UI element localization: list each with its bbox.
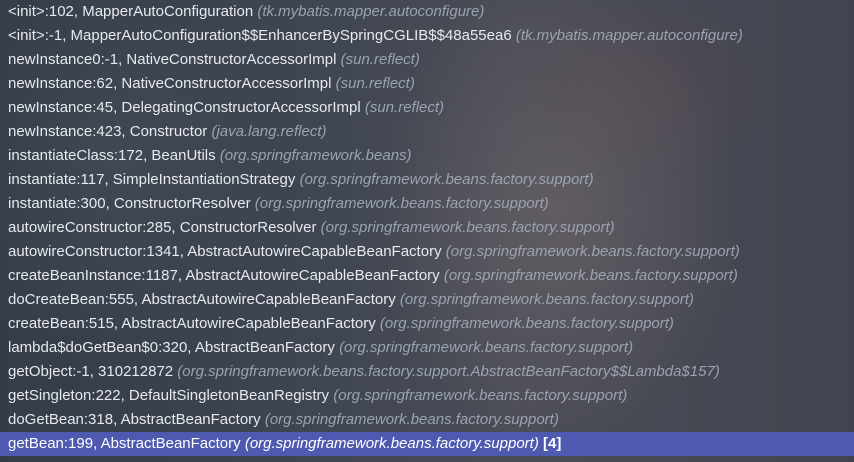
- frame-method: createBeanInstance:1187, AbstractAutowir…: [8, 267, 440, 284]
- frame-method: instantiateClass:172, BeanUtils: [8, 147, 216, 164]
- frame-package: (org.springframework.beans.factory.suppo…: [333, 387, 628, 404]
- stack-frame-row[interactable]: newInstance0:-1, NativeConstructorAccess…: [0, 48, 854, 72]
- frame-method: getSingleton:222, DefaultSingletonBeanRe…: [8, 387, 330, 404]
- frame-method: instantiate:117, SimpleInstantiationStra…: [8, 171, 296, 188]
- stack-frame-row[interactable]: <init>:102, MapperAutoConfiguration (tk.…: [0, 0, 854, 24]
- stack-frame-row[interactable]: instantiate:117, SimpleInstantiationStra…: [0, 168, 854, 192]
- stack-frame-row[interactable]: doCreateBean:555, AbstractAutowireCapabl…: [0, 288, 854, 312]
- frame-package: (sun.reflect): [340, 51, 420, 68]
- frame-method: autowireConstructor:285, ConstructorReso…: [8, 219, 317, 236]
- frame-package: (sun.reflect): [364, 99, 445, 116]
- frame-package: (org.springframework.beans.factory.suppo…: [399, 291, 694, 308]
- frame-method: getObject:-1, 310212872: [8, 363, 174, 380]
- frame-package: (org.springframework.beans.factory.suppo…: [320, 219, 615, 236]
- frame-package: (org.springframework.beans.factory.suppo…: [264, 411, 559, 428]
- frame-package: (org.springframework.beans.factory.suppo…: [379, 315, 674, 332]
- frame-count-badge: [4]: [543, 435, 562, 452]
- frame-package: (tk.mybatis.mapper.autoconfigure): [257, 3, 485, 20]
- stack-frame-row[interactable]: lambda$doGetBean$0:320, AbstractBeanFact…: [0, 336, 854, 360]
- frame-package: (org.springframework.beans.factory.suppo…: [299, 171, 594, 188]
- frame-method: newInstance0:-1, NativeConstructorAccess…: [8, 51, 337, 68]
- frame-method: newInstance:423, Constructor: [8, 123, 208, 140]
- stack-frame-row[interactable]: autowireConstructor:285, ConstructorReso…: [0, 216, 854, 240]
- frame-package: (org.springframework.beans.factory.suppo…: [177, 363, 720, 380]
- call-stack-frames-list: <init>:102, MapperAutoConfiguration (tk.…: [0, 0, 854, 462]
- stack-frame-row[interactable]: getObject:-1, 310212872 (org.springframe…: [0, 360, 854, 384]
- stack-frame-row-selected[interactable]: getBean:199, AbstractBeanFactory (org.sp…: [0, 432, 854, 456]
- frame-package: (tk.mybatis.mapper.autoconfigure): [515, 27, 743, 44]
- stack-frame-row[interactable]: newInstance:45, DelegatingConstructorAcc…: [0, 96, 854, 120]
- frame-package: (org.springframework.beans): [219, 147, 412, 164]
- stack-frame-row[interactable]: createBeanInstance:1187, AbstractAutowir…: [0, 264, 854, 288]
- frame-method: lambda$doGetBean$0:320, AbstractBeanFact…: [8, 339, 335, 356]
- stack-frame-row[interactable]: autowireConstructor:1341, AbstractAutowi…: [0, 240, 854, 264]
- frame-method: <init>:102, MapperAutoConfiguration: [8, 3, 254, 20]
- frame-package: (org.springframework.beans.factory.suppo…: [244, 435, 539, 452]
- stack-frame-row[interactable]: instantiateClass:172, BeanUtils (org.spr…: [0, 144, 854, 168]
- frame-package: (org.springframework.beans.factory.suppo…: [339, 339, 634, 356]
- frame-method: doCreateBean:555, AbstractAutowireCapabl…: [8, 291, 396, 308]
- frame-package: (java.lang.reflect): [211, 123, 327, 140]
- frame-method: <init>:-1, MapperAutoConfiguration$$Enha…: [8, 27, 512, 44]
- stack-frame-row[interactable]: newInstance:423, Constructor (java.lang.…: [0, 120, 854, 144]
- stack-frame-row[interactable]: doGetBean:318, AbstractBeanFactory (org.…: [0, 408, 854, 432]
- stack-frame-row[interactable]: newInstance:62, NativeConstructorAccesso…: [0, 72, 854, 96]
- stack-frame-row[interactable]: createBean:515, AbstractAutowireCapableB…: [0, 312, 854, 336]
- frame-package: (sun.reflect): [335, 75, 415, 92]
- frame-package: (org.springframework.beans.factory.suppo…: [254, 195, 549, 212]
- frame-method: doGetBean:318, AbstractBeanFactory: [8, 411, 261, 428]
- frame-method: newInstance:45, DelegatingConstructorAcc…: [8, 99, 361, 116]
- frame-method: newInstance:62, NativeConstructorAccesso…: [8, 75, 332, 92]
- frame-package: (org.springframework.beans.factory.suppo…: [445, 243, 740, 260]
- frame-method: createBean:515, AbstractAutowireCapableB…: [8, 315, 376, 332]
- frame-method: instantiate:300, ConstructorResolver: [8, 195, 251, 212]
- stack-frame-row[interactable]: instantiate:300, ConstructorResolver (or…: [0, 192, 854, 216]
- stack-frame-row[interactable]: getSingleton:222, DefaultSingletonBeanRe…: [0, 384, 854, 408]
- frame-method: getBean:199, AbstractBeanFactory: [8, 435, 241, 452]
- frame-method: autowireConstructor:1341, AbstractAutowi…: [8, 243, 442, 260]
- frame-package: (org.springframework.beans.factory.suppo…: [443, 267, 738, 284]
- stack-frame-row[interactable]: <init>:-1, MapperAutoConfiguration$$Enha…: [0, 24, 854, 48]
